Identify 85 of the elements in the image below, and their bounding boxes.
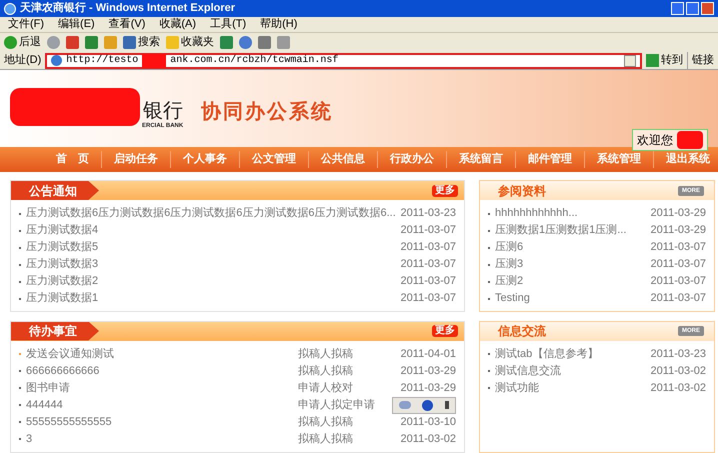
date-text: 2011-03-29 bbox=[650, 206, 706, 222]
links-button[interactable]: 链接 bbox=[687, 52, 714, 69]
item-link[interactable]: 444444 bbox=[26, 396, 298, 414]
nav-item[interactable]: 个人事务 bbox=[170, 151, 239, 168]
item-link[interactable]: 压力测试数据6压力测试数据6压力测试数据6压力测试数据6压力测试数据6... bbox=[26, 205, 396, 222]
date-text: 2011-03-07 bbox=[650, 291, 706, 306]
item-link[interactable]: 3 bbox=[26, 430, 298, 448]
go-button[interactable]: 转到 bbox=[646, 52, 683, 69]
close-button[interactable] bbox=[701, 2, 714, 15]
item-link[interactable]: 压测2 bbox=[495, 273, 642, 290]
menu-item[interactable]: 工具(T) bbox=[210, 16, 246, 33]
toolbar-button[interactable]: 搜索 bbox=[123, 34, 160, 50]
date-text: 2011-03-23 bbox=[650, 346, 706, 362]
item-link[interactable]: 压力测试数据5 bbox=[26, 239, 392, 256]
panel-title: 信息交流 bbox=[496, 323, 546, 340]
item-link[interactable]: 压测数据1压测数据1压测... bbox=[495, 222, 642, 239]
date-text: 2011-04-01 bbox=[400, 346, 456, 362]
step-text: 拟稿人拟稿 bbox=[298, 364, 354, 379]
panel-title: 待办事宜 bbox=[11, 322, 99, 340]
nav-item[interactable]: 公共信息 bbox=[308, 151, 377, 168]
nav-item[interactable]: 启动任务 bbox=[101, 151, 170, 168]
item-link[interactable]: 压力测试数据3 bbox=[26, 256, 392, 273]
nav-item[interactable]: 邮件管理 bbox=[515, 151, 584, 168]
date-text: 2011-03-07 bbox=[650, 257, 706, 272]
toolbar-button[interactable]: 后退 bbox=[4, 34, 41, 50]
date-text: 2011-03-29 bbox=[400, 380, 456, 396]
menu-item[interactable]: 收藏(A) bbox=[159, 16, 196, 33]
date-text: 2011-03-23 bbox=[400, 206, 456, 222]
minimize-button[interactable] bbox=[671, 2, 684, 15]
welcome-text: 欢迎您 bbox=[637, 132, 673, 149]
date-text: 2011-03-07 bbox=[400, 240, 456, 256]
date-text: 2011-03-07 bbox=[650, 240, 706, 256]
date-text: 2011-03-07 bbox=[650, 274, 706, 290]
item-link[interactable]: 测试tab【信息参考】 bbox=[495, 346, 642, 362]
more-link[interactable]: 更多 bbox=[432, 184, 458, 196]
logo-text: 银行 bbox=[143, 100, 184, 122]
item-link[interactable]: Testing bbox=[495, 290, 642, 307]
nav-item[interactable]: 行政办公 bbox=[377, 151, 446, 168]
menu-item[interactable]: 查看(V) bbox=[108, 16, 146, 33]
item-link[interactable]: 55555555555555 bbox=[26, 414, 298, 430]
step-text: 拟稿人拟稿 bbox=[298, 346, 354, 362]
date-text: 2011-03-02 bbox=[650, 380, 706, 396]
panel-title: 公告通知 bbox=[11, 181, 99, 200]
address-field[interactable]: http://testo ank.com.cn/rcbzh/tcwmain.nsf bbox=[45, 52, 642, 68]
maximize-button[interactable] bbox=[686, 2, 699, 15]
item-link[interactable]: 666666666666 bbox=[26, 362, 298, 380]
nav-item[interactable]: 退出系统 bbox=[653, 151, 718, 168]
redaction-mark bbox=[142, 54, 166, 68]
date-text: 2011-03-07 bbox=[400, 291, 456, 306]
date-text: 2011-03-07 bbox=[400, 274, 456, 290]
step-text: 拟稿人拟稿 bbox=[298, 414, 354, 430]
date-text: 2011-03-07 bbox=[400, 257, 456, 272]
item-link[interactable]: 压测6 bbox=[495, 239, 642, 256]
step-text: 申请人校对 bbox=[298, 380, 354, 396]
item-link[interactable]: 压力测试数据2 bbox=[26, 273, 392, 290]
date-text: 2011-03-29 bbox=[650, 223, 706, 238]
redaction-mark bbox=[677, 131, 703, 149]
item-link[interactable]: 压力测试数据1 bbox=[26, 290, 392, 307]
address-label: 地址(D) bbox=[4, 53, 42, 68]
step-text: 申请人拟定申请 bbox=[298, 398, 376, 413]
menu-item[interactable]: 帮助(H) bbox=[260, 16, 298, 33]
date-text: 2011-03-07 bbox=[400, 223, 456, 238]
item-link[interactable]: 压测3 bbox=[495, 256, 642, 273]
item-link[interactable]: hhhhhhhhhhhh... bbox=[495, 205, 642, 222]
date-text: 2011-03-02 bbox=[400, 432, 456, 447]
menu-item[interactable]: 编辑(E) bbox=[58, 16, 95, 33]
more-link[interactable]: 更多 bbox=[432, 325, 458, 337]
window-title: 天津农商银行 - Windows Internet Explorer bbox=[20, 0, 236, 16]
item-link[interactable]: 发送会议通知测试 bbox=[26, 346, 298, 362]
panel-title: 参阅资料 bbox=[497, 182, 546, 200]
system-title: 协同办公系统 bbox=[201, 100, 334, 125]
nav-item[interactable]: 首 页 bbox=[44, 151, 101, 168]
date-text: 2011-03-10 bbox=[400, 414, 456, 430]
menu-item[interactable]: 文件(F) bbox=[8, 16, 44, 33]
item-link[interactable]: 测试功能 bbox=[495, 380, 642, 396]
date-text: 2011-03-02 bbox=[650, 364, 706, 379]
nav-item[interactable]: 系统管理 bbox=[584, 151, 653, 168]
date-text: 2011-03-29 bbox=[400, 364, 456, 379]
item-link[interactable]: 压力测试数据4 bbox=[26, 222, 392, 239]
item-link[interactable]: 图书申请 bbox=[26, 380, 298, 396]
step-text: 拟稿人拟稿 bbox=[298, 432, 354, 447]
toolbar-button[interactable]: 收藏夹 bbox=[166, 34, 214, 50]
nav-item[interactable]: 公文管理 bbox=[239, 151, 308, 168]
item-link[interactable]: 测试信息交流 bbox=[495, 362, 642, 380]
nav-item[interactable]: 系统留言 bbox=[446, 151, 515, 168]
